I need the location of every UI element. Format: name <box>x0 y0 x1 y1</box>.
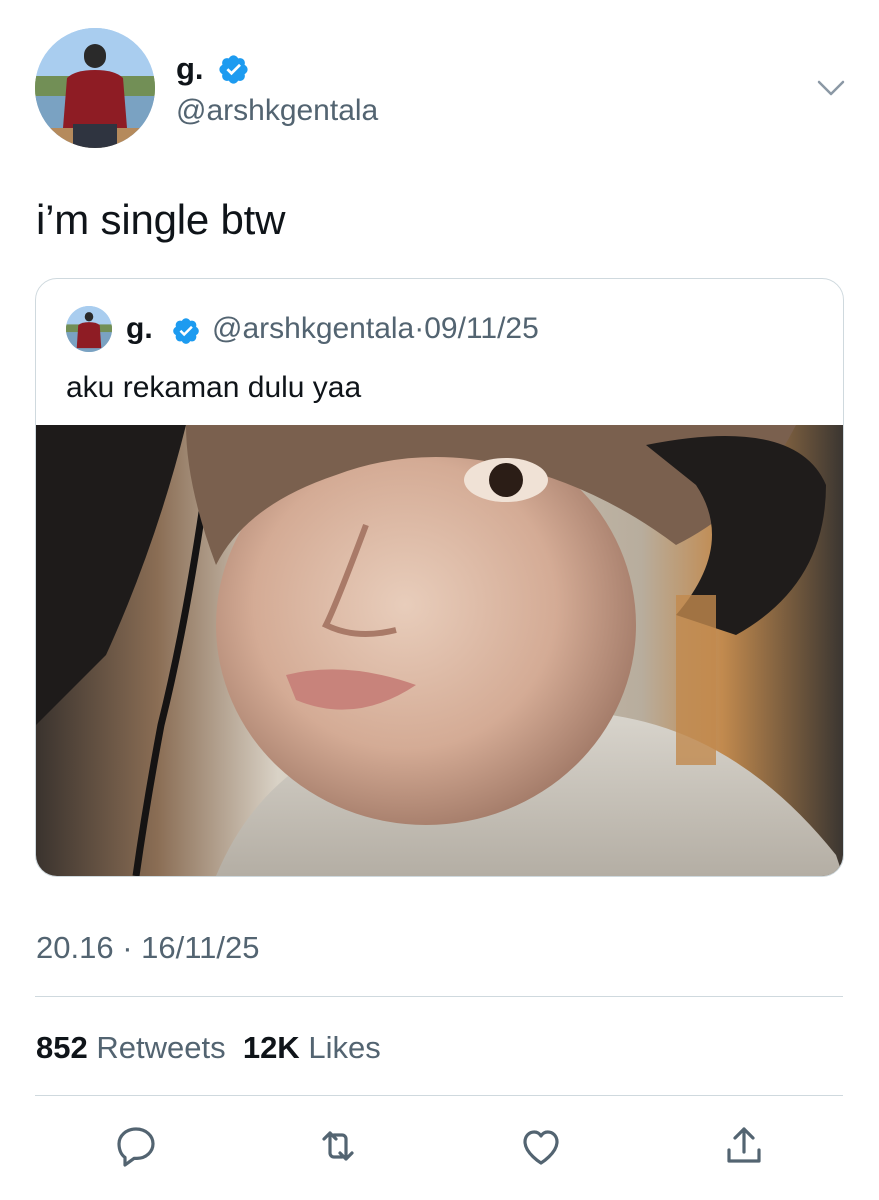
verified-badge-icon <box>219 55 248 84</box>
retweets-label[interactable]: Retweets <box>96 1030 225 1065</box>
quoted-meta: @arshkgentala·09/11/25 <box>212 312 539 345</box>
share-icon[interactable] <box>720 1122 768 1170</box>
quoted-author-name: g. <box>126 312 153 345</box>
tweet-text: i’m single btw <box>36 196 286 243</box>
chevron-down-icon[interactable] <box>816 78 846 98</box>
quoted-photo[interactable] <box>36 425 843 876</box>
divider <box>35 996 843 997</box>
like-icon[interactable] <box>517 1122 565 1170</box>
author-handle[interactable]: @arshkgentala <box>176 94 378 128</box>
avatar[interactable] <box>35 28 155 148</box>
divider <box>35 1095 843 1096</box>
author-name[interactable]: g. <box>176 52 204 86</box>
tweet-timestamp[interactable]: 20.16 · 16/11/25 <box>36 930 260 966</box>
quoted-text: aku rekaman dulu yaa <box>66 371 362 404</box>
retweet-icon[interactable] <box>314 1122 362 1170</box>
tweet-stats: 852 Retweets 12K Likes <box>36 1030 381 1066</box>
quoted-avatar <box>66 306 112 352</box>
retweets-count[interactable]: 852 <box>36 1030 88 1065</box>
likes-label[interactable]: Likes <box>308 1030 380 1065</box>
verified-badge-icon <box>173 318 199 344</box>
likes-count[interactable]: 12K <box>243 1030 300 1065</box>
reply-icon[interactable] <box>112 1122 160 1170</box>
quoted-tweet[interactable]: g. @arshkgentala·09/11/25 aku rekaman du… <box>35 278 844 877</box>
